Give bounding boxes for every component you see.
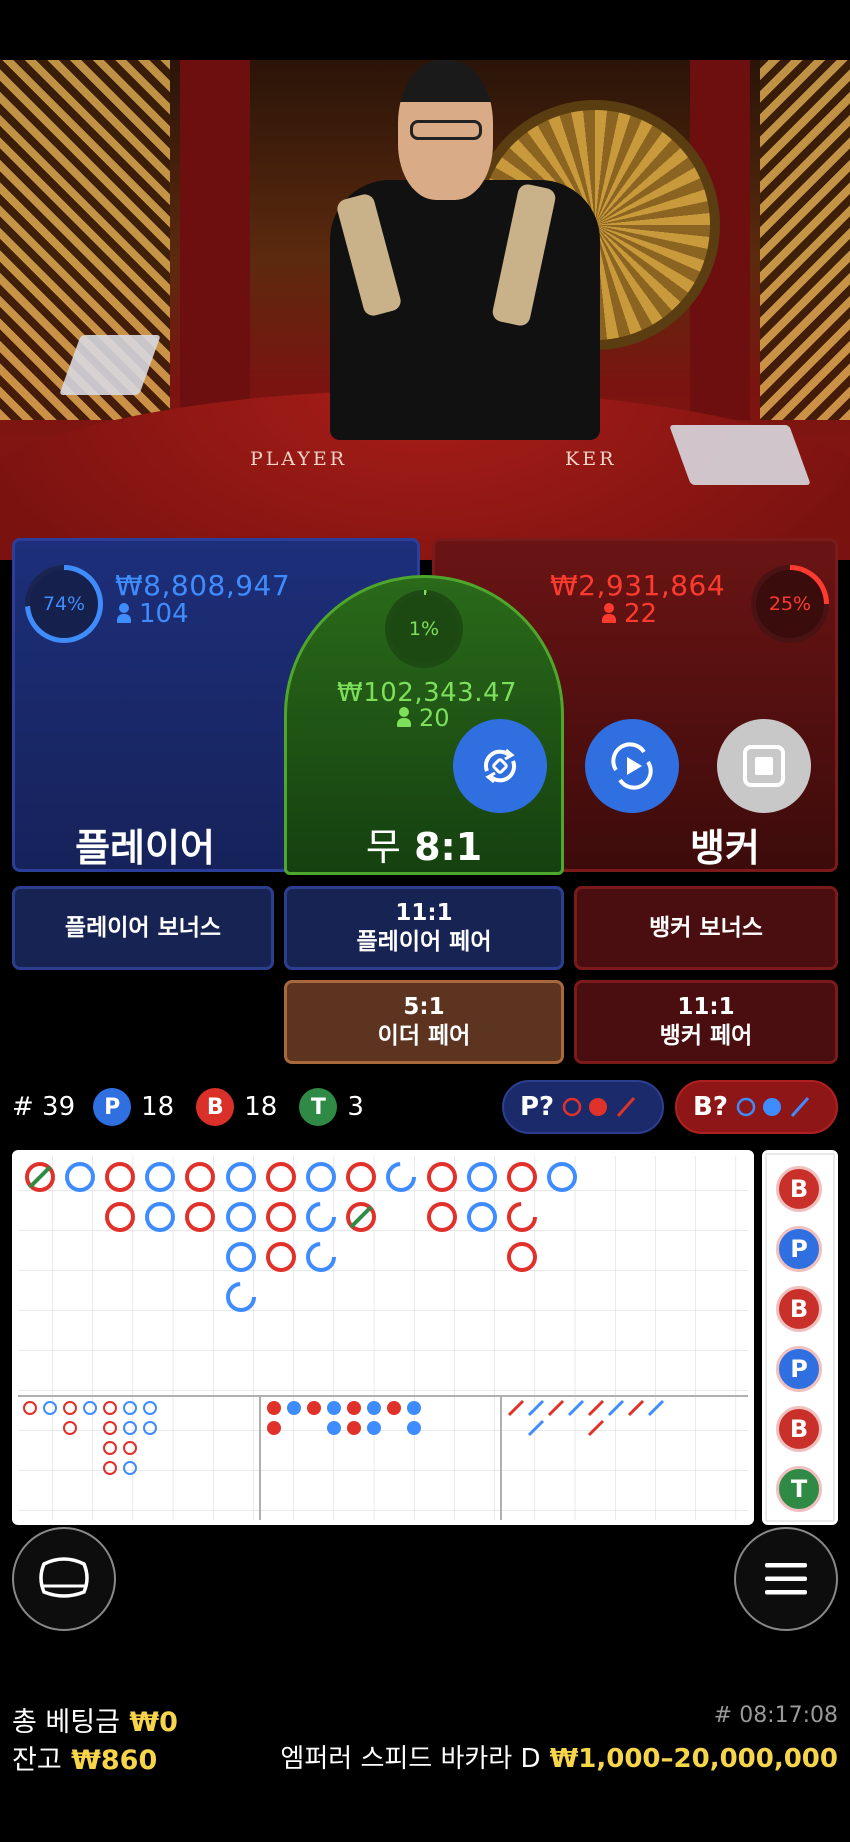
player-predict-button[interactable]: P? — [502, 1080, 664, 1134]
person-icon — [397, 707, 411, 727]
live-video-feed: PLAYER KER — [0, 60, 850, 560]
banker-wins-count: 18 — [244, 1092, 278, 1122]
player-wins-chip: P — [93, 1088, 132, 1126]
stop-icon — [743, 745, 785, 787]
pillar-left — [180, 60, 250, 420]
banker-bettors: 22 — [602, 599, 657, 629]
banker-bettors-count: 22 — [624, 599, 658, 629]
banker-bet-amount: ₩2,931,864 — [550, 569, 726, 602]
banker-percent: 25% — [756, 570, 824, 638]
person-icon — [602, 603, 616, 623]
balance-value: ₩860 — [71, 1745, 158, 1776]
refresh-icon — [483, 748, 517, 784]
table-name: 엠퍼러 스피드 바카라 D — [280, 1744, 541, 1774]
player-bettors-count: 104 — [139, 599, 189, 629]
hamburger-icon — [765, 1563, 807, 1595]
bead-road-chip: B — [776, 1406, 822, 1452]
player-pair-label: 플레이어 페어 — [356, 929, 492, 955]
banker-pair-button[interactable]: 11:1 뱅커 페어 — [574, 980, 838, 1064]
banker-pair-odds: 11:1 — [677, 994, 735, 1021]
dealer-glasses — [410, 120, 482, 140]
player-percent-ring: 74% — [25, 565, 103, 643]
round-count: # 39 — [12, 1092, 76, 1122]
total-bet: 총 베팅금 ₩0 — [12, 1700, 178, 1739]
banker-predict-button[interactable]: B? — [675, 1080, 838, 1134]
player-pair-odds: 11:1 — [395, 900, 453, 927]
tie-label: 무 8:1 — [287, 816, 561, 871]
bead-road-chip: B — [776, 1286, 822, 1332]
tie-count: 3 — [347, 1092, 364, 1122]
banker-bonus-button[interactable]: 뱅커 보너스 — [574, 886, 838, 970]
balance-label: 잔고 — [12, 1745, 62, 1776]
either-pair-odds: 5:1 — [403, 994, 445, 1021]
banker-pair-label: 뱅커 페어 — [659, 1023, 753, 1049]
card-shoe-right — [669, 425, 811, 485]
lattice-wall-right — [760, 60, 850, 420]
player-bonus-button[interactable]: 플레이어 보너스 — [12, 886, 274, 970]
banker-bonus-label: 뱅커 보너스 — [649, 914, 763, 941]
player-label: 플레이어 — [75, 826, 215, 870]
predict-icons — [736, 1097, 810, 1117]
banker-percent-ring: 25% — [751, 565, 829, 643]
tie-percent: 1% — [390, 595, 458, 663]
replay-button[interactable] — [585, 719, 679, 813]
either-pair-button[interactable]: 5:1 이더 페어 — [284, 980, 564, 1064]
bead-road-chip: B — [776, 1166, 822, 1212]
player-bet-amount: ₩8,808,947 — [115, 569, 291, 602]
play-circle-icon — [611, 742, 653, 790]
bead-road-chip: T — [776, 1466, 822, 1512]
bet-limits: ₩1,000–20,000,000 — [549, 1744, 838, 1774]
banker-label: 뱅커 — [690, 826, 760, 870]
total-bet-label: 총 베팅금 — [12, 1707, 120, 1738]
balance: 잔고 ₩860 — [12, 1738, 157, 1777]
round-time: # 08:17:08 — [713, 1703, 838, 1728]
either-pair-label: 이더 페어 — [377, 1023, 471, 1049]
bead-road-chip: P — [776, 1226, 822, 1272]
table-label-player: PLAYER — [250, 448, 348, 470]
stop-button[interactable] — [717, 719, 811, 813]
table-label-banker: KER — [565, 448, 617, 470]
chat-button[interactable] — [12, 1527, 116, 1631]
player-bettors: 104 — [117, 599, 189, 629]
roadmap-board[interactable] — [12, 1150, 754, 1525]
player-bonus-label: 플레이어 보너스 — [64, 914, 222, 941]
menu-button[interactable] — [734, 1527, 838, 1631]
bead-road-chip: P — [776, 1346, 822, 1392]
round-stats: # 39 P 18 B 18 T 3 — [12, 1086, 364, 1128]
predict-icons — [562, 1097, 636, 1117]
tie-label-odds: 8:1 — [414, 825, 483, 869]
chat-icon — [39, 1557, 89, 1598]
player-pair-button[interactable]: 11:1 플레이어 페어 — [284, 886, 564, 970]
repeat-bet-button[interactable] — [453, 719, 547, 813]
total-bet-value: ₩0 — [129, 1707, 178, 1738]
tie-percent-ring: 1% — [385, 590, 463, 668]
banker-predict-label: B? — [693, 1092, 728, 1122]
player-predict-label: P? — [520, 1092, 555, 1122]
player-wins-count: 18 — [141, 1092, 175, 1122]
person-icon — [117, 603, 131, 623]
tie-bettors-count: 20 — [419, 704, 450, 732]
player-percent: 74% — [30, 570, 98, 638]
banker-wins-chip: B — [196, 1088, 235, 1126]
tie-bettors: 20 — [397, 704, 450, 732]
tie-label-text: 무 — [365, 825, 401, 869]
roadmap-grid — [18, 1156, 748, 1520]
tie-chip: T — [299, 1088, 338, 1126]
table-info: 엠퍼러 스피드 바카라 D ₩1,000–20,000,000 — [280, 1738, 838, 1775]
